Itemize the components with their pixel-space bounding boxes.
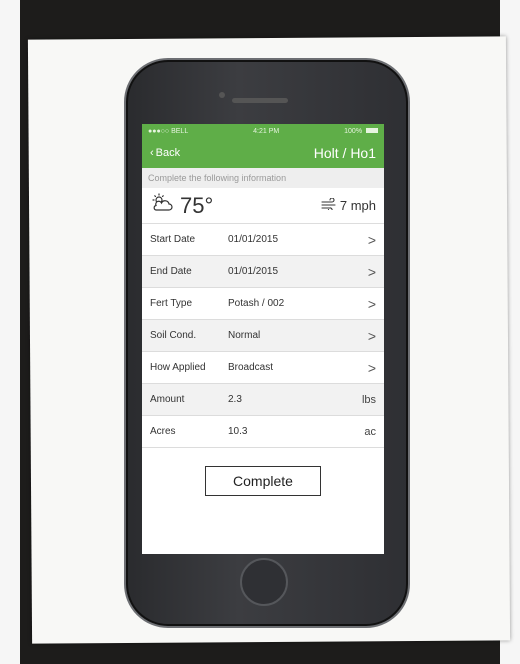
chevron-right-icon: >: [367, 263, 376, 280]
field-row-soil-cond[interactable]: Soil Cond. Normal >: [142, 320, 384, 352]
complete-area: Complete: [142, 448, 384, 496]
field-value: Normal: [228, 330, 261, 341]
complete-button[interactable]: Complete: [205, 466, 321, 496]
field-label: Fert Type: [150, 298, 193, 309]
field-row-fert-type[interactable]: Fert Type Potash / 002 >: [142, 288, 384, 320]
field-label: How Applied: [150, 362, 206, 373]
battery-icon: [366, 128, 378, 134]
earpiece-speaker: [232, 98, 288, 103]
unit-label: ac: [364, 425, 376, 438]
field-row-acres[interactable]: Acres 10.3 ac: [142, 416, 384, 448]
carrier-label: BELL: [171, 127, 189, 135]
chevron-left-icon: ‹: [150, 147, 154, 159]
chevron-right-icon: >: [367, 359, 376, 376]
home-button[interactable]: [240, 558, 288, 606]
chevron-right-icon: >: [367, 295, 376, 312]
status-bar: ●●●○○ BELL 4:21 PM 100%: [142, 124, 384, 138]
battery-status: 100%: [344, 128, 378, 135]
front-camera: [219, 92, 225, 98]
field-row-start-date[interactable]: Start Date 01/01/2015 >: [142, 224, 384, 256]
field-list: Start Date 01/01/2015 > End Date 01/01/2…: [142, 224, 384, 448]
field-label: End Date: [150, 266, 192, 277]
battery-percent: 100%: [344, 127, 363, 135]
field-label: Start Date: [150, 234, 196, 245]
nav-title: Holt / Ho1: [313, 145, 376, 161]
chevron-right-icon: >: [367, 327, 376, 344]
signal-dots-icon: ●●●○○: [148, 127, 172, 135]
field-label: Amount: [150, 394, 185, 405]
instruction-text: Complete the following information: [142, 168, 384, 188]
field-value: 01/01/2015: [228, 234, 279, 245]
temperature: 75°: [180, 192, 214, 218]
amount-input[interactable]: 2.3: [228, 394, 356, 405]
wind-speed: 7 mph: [339, 198, 376, 213]
field-row-amount[interactable]: Amount 2.3 lbs: [142, 384, 384, 416]
wind-icon: [321, 197, 337, 213]
phone-screen: ●●●○○ BELL 4:21 PM 100% ‹ Back Holt / Ho…: [142, 124, 384, 554]
back-button[interactable]: ‹ Back: [150, 147, 180, 159]
field-row-end-date[interactable]: End Date 01/01/2015 >: [142, 256, 384, 288]
partly-cloudy-icon: [150, 193, 174, 218]
field-row-how-applied[interactable]: How Applied Broadcast >: [142, 352, 384, 384]
back-label: Back: [155, 147, 181, 159]
chevron-right-icon: >: [367, 231, 376, 248]
field-label: Soil Cond.: [150, 330, 197, 341]
status-time: 4:21 PM: [253, 127, 280, 135]
field-value: Broadcast: [228, 362, 274, 373]
field-value: 01/01/2015: [228, 266, 279, 277]
field-value: Potash / 002: [228, 298, 285, 309]
navigation-bar: ‹ Back Holt / Ho1: [142, 138, 384, 168]
carrier-signal: ●●●○○ BELL: [148, 128, 188, 135]
acres-input[interactable]: 10.3: [228, 426, 356, 437]
field-label: Acres: [150, 426, 176, 437]
unit-label: lbs: [361, 393, 376, 406]
weather-row: 75° 7 mph: [142, 188, 384, 224]
